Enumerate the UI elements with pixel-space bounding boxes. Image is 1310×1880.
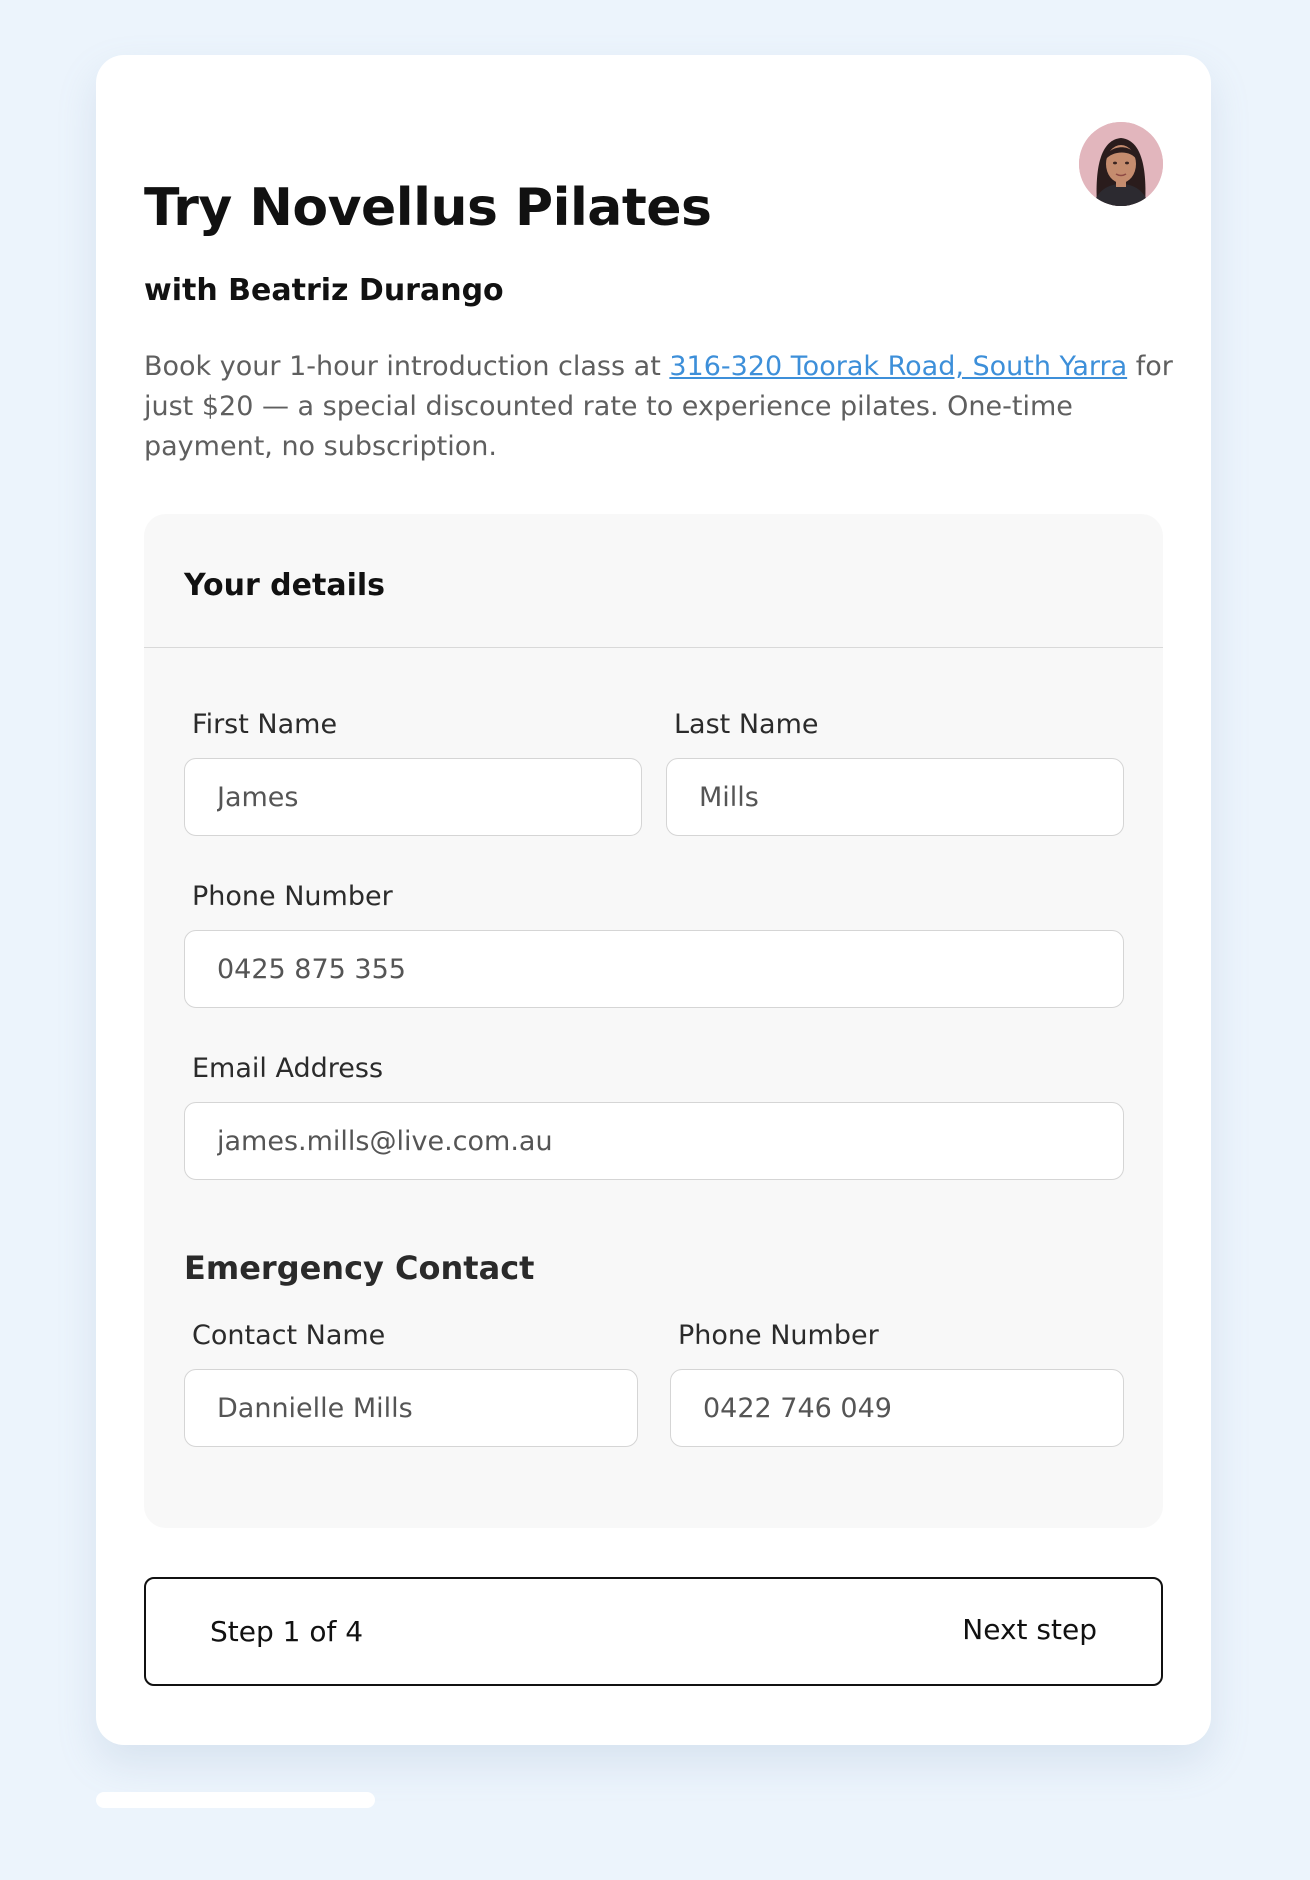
contact-phone-input[interactable] bbox=[670, 1369, 1124, 1447]
email-label: Email Address bbox=[192, 1053, 384, 1084]
woman-portrait-icon bbox=[1079, 122, 1163, 206]
contact-phone-label: Phone Number bbox=[678, 1320, 879, 1351]
address-link[interactable]: 316-320 Toorak Road, South Yarra bbox=[669, 351, 1127, 382]
first-name-label: First Name bbox=[192, 709, 338, 740]
email-input[interactable] bbox=[184, 1102, 1124, 1180]
contact-name-label: Contact Name bbox=[192, 1320, 386, 1351]
your-details-panel: Your details First Name Last Name Phone … bbox=[144, 514, 1163, 1528]
details-header: Your details bbox=[144, 514, 1163, 648]
contact-name-input[interactable] bbox=[184, 1369, 638, 1447]
instructor-avatar bbox=[1079, 122, 1163, 206]
details-heading: Your details bbox=[184, 568, 386, 603]
booking-card: Try Novellus Pilates with Beatriz Durang… bbox=[96, 55, 1211, 1745]
progress-fill bbox=[96, 1792, 375, 1808]
progress-track bbox=[96, 1792, 1211, 1808]
intro-text: Book your 1-hour introduction class at 3… bbox=[144, 347, 1174, 467]
intro-text-start: Book your 1-hour introduction class at bbox=[144, 351, 670, 382]
step-indicator: Step 1 of 4 bbox=[210, 1615, 364, 1648]
phone-input[interactable] bbox=[184, 930, 1124, 1008]
step-footer: Step 1 of 4 Next step bbox=[144, 1577, 1163, 1686]
next-step-button[interactable]: Next step bbox=[962, 1613, 1097, 1646]
first-name-input[interactable] bbox=[184, 758, 642, 836]
instructor-subtitle: with Beatriz Durango bbox=[144, 273, 504, 308]
last-name-input[interactable] bbox=[666, 758, 1124, 836]
emergency-contact-heading: Emergency Contact bbox=[184, 1249, 535, 1287]
last-name-label: Last Name bbox=[674, 709, 819, 740]
page-title: Try Novellus Pilates bbox=[144, 178, 712, 238]
phone-label: Phone Number bbox=[192, 881, 393, 912]
